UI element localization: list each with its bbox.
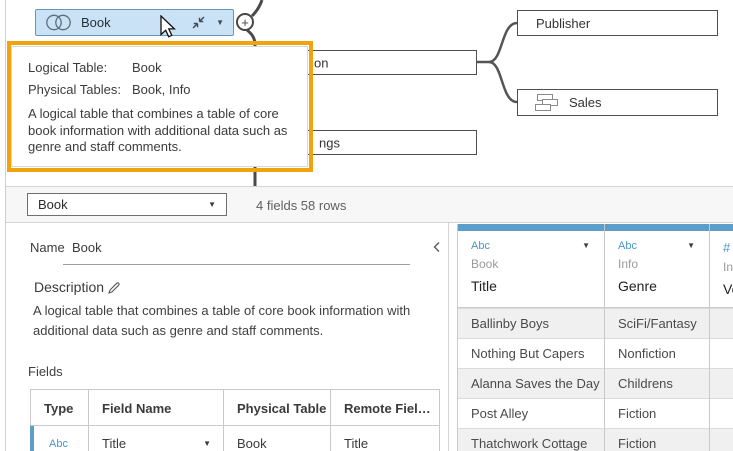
column-header-genre[interactable]: Abc ▼ Info Genre [605,231,709,308]
node-menu-caret-icon[interactable]: ▼ [216,19,224,27]
node-book-label: Book [81,15,111,30]
collapse-icon[interactable] [191,15,206,30]
field-physical-table-cell: Book [224,426,331,451]
node-sales-label: Sales [569,95,602,110]
grid-column-title: Abc ▼ Book Title Ballinby Boys Nothing B… [458,224,605,451]
grid-cell [710,338,733,368]
table-details-panel: Name Book Description A logical table th… [6,223,449,451]
field-remote-field-cell: Title [331,426,439,451]
table-selector-dropdown[interactable]: Book ▼ [27,193,227,216]
column-accent-strip [605,224,709,231]
column-accent-strip [458,224,604,231]
plus-icon: + [241,16,249,29]
tooltip-logical-label: Logical Table: [28,60,132,75]
column-table-label: Info [618,257,695,271]
column-field-label: Title [471,278,590,294]
edit-pencil-icon[interactable] [107,281,121,295]
tableau-data-source-page: on ngs Publisher Sales Book [0,0,733,451]
grid-cell [710,428,733,451]
tooltip-physical-label: Physical Tables: [28,82,132,97]
column-accent-strip [710,224,733,231]
column-field-label: Vo [723,281,733,297]
tooltip-physical-row: Physical Tables: Book, Info [28,82,293,97]
field-row-summary: 4 fields 58 rows [256,198,346,213]
grid-cell [710,308,733,338]
fields-header-type: Type [31,390,89,426]
field-name-caret-icon: ▼ [203,440,211,448]
column-table-label: Book [471,257,590,271]
grid-cell: Post Alley [458,398,604,428]
grid-cell [710,368,733,398]
grid-cell: Ballinby Boys [458,308,604,338]
column-type-label: Abc [618,240,637,252]
grid-cell: SciFi/Fantasy [605,308,709,338]
dropdown-caret-icon: ▼ [208,201,216,209]
grid-column-clipped: # Info Vo [710,224,733,451]
tooltip-physical-value: Book, Info [132,82,293,97]
column-header-clipped[interactable]: # Info Vo [710,231,733,308]
grid-cell: Nothing But Capers [458,338,604,368]
description-text: A logical table that combines a table of… [33,301,435,341]
selected-field-row-accent [30,426,34,451]
table-details-toolbar: Book ▼ 4 fields 58 rows [6,187,733,223]
physical-tables-icon [533,94,559,112]
partial-node-top-label: on [314,55,328,70]
column-field-label: Genre [618,278,695,294]
grid-cell: Nonfiction [605,338,709,368]
field-type-cell: Abc [31,426,89,451]
field-name-value: Title [102,436,126,451]
mouse-cursor-icon [160,15,176,38]
grid-cell: Fiction [605,398,709,428]
column-menu-caret-icon[interactable]: ▼ [582,242,590,250]
column-type-label: Abc [471,240,490,252]
description-label: Description [34,279,104,295]
grid-cell: Alanna Saves the Day [458,368,604,398]
name-input-value[interactable]: Book [72,240,102,255]
column-header-title[interactable]: Abc ▼ Book Title [458,231,604,308]
tooltip-description: A logical table that combines a table of… [28,106,296,156]
fields-table: Type Field Name Physical Table Remote Fi… [30,389,440,451]
fields-header-field-name: Field Name [89,390,224,426]
venn-icon [45,14,72,31]
node-publisher[interactable]: Publisher [517,10,718,36]
grid-cell: Childrens [605,368,709,398]
node-book[interactable]: Book ▼ [35,9,234,36]
fields-section-label: Fields [28,364,63,379]
tooltip-logical-row: Logical Table: Book [28,60,293,75]
grid-cell: Fiction [605,428,709,451]
column-type-label: # [723,240,730,255]
grid-cell: Thatchwork Cottage [458,428,604,451]
collapse-panel-chevron-icon[interactable] [430,240,444,254]
data-preview-grid: Abc ▼ Book Title Ballinby Boys Nothing B… [457,224,733,451]
table-selector-value: Book [38,197,208,212]
grid-column-genre: Abc ▼ Info Genre SciFi/Fantasy Nonfictio… [605,224,710,451]
partial-node-bottom-label: ngs [319,135,340,150]
column-table-label: Info [723,260,733,274]
field-name-cell[interactable]: Title ▼ [89,426,224,451]
table-tooltip: Logical Table: Book Physical Tables: Boo… [11,46,308,167]
grid-cell [710,398,733,428]
node-sales[interactable]: Sales [517,89,718,116]
column-menu-caret-icon[interactable]: ▼ [687,242,695,250]
name-label: Name [30,240,65,255]
name-input-underline [63,264,410,265]
tooltip-logical-value: Book [132,60,293,75]
add-table-button[interactable]: + [236,13,254,31]
fields-header-physical-table: Physical Table [224,390,331,426]
node-publisher-label: Publisher [536,16,590,31]
fields-header-remote-field: Remote Fiel… [331,390,439,426]
